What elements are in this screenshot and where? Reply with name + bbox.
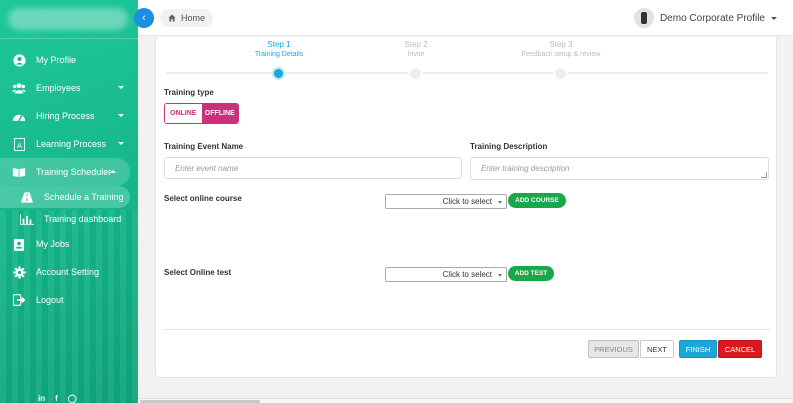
- test-select-value: Click to select: [442, 270, 492, 279]
- home-icon: [168, 14, 176, 22]
- instagram-icon[interactable]: ◯: [68, 394, 77, 403]
- offline-option[interactable]: OFFLINE: [201, 104, 238, 123]
- course-select-value: Click to select: [442, 197, 492, 206]
- step-title: Step 1: [267, 40, 291, 49]
- facebook-icon[interactable]: f: [55, 394, 58, 403]
- linkedin-icon[interactable]: in: [38, 394, 45, 403]
- logout-icon: [12, 293, 26, 307]
- course-label: Select online course: [164, 194, 242, 203]
- sidebar-item-label: My Jobs: [36, 239, 70, 249]
- sidebar-item-label: Learning Process: [36, 139, 107, 149]
- sidebar-item-logout[interactable]: Logout: [0, 286, 138, 314]
- description-placeholder: Enter training description: [481, 164, 570, 173]
- step-title: Step 2: [404, 40, 428, 49]
- step-subtitle: Training Details: [254, 51, 304, 58]
- avatar: [633, 8, 654, 28]
- chevron-down-icon: [118, 142, 124, 145]
- sidebar-item-label: Logout: [36, 295, 64, 305]
- step-subtitle: Feedback setup & review: [521, 51, 601, 58]
- footer-divider: [164, 329, 770, 330]
- cancel-button[interactable]: CANCEL: [718, 340, 762, 358]
- sidebar-item-learning-process[interactable]: A Learning Process: [0, 130, 138, 158]
- profile-menu[interactable]: Demo Corporate Profile: [633, 8, 777, 28]
- road-icon: [20, 190, 34, 204]
- training-form-card: Step 1 Training Details Step 2 Invite St…: [155, 37, 777, 378]
- book-a-icon: A: [12, 137, 26, 151]
- sidebar-item-label: Account Setting: [36, 267, 100, 277]
- sidebar-item-my-jobs[interactable]: My Jobs: [0, 230, 138, 258]
- users-icon: [12, 81, 26, 95]
- sidebar-item-hiring-process[interactable]: Hiring Process: [0, 102, 138, 130]
- sidebar-item-label: Training Scheduler: [36, 167, 112, 177]
- course-select[interactable]: Click to select: [385, 194, 507, 209]
- chevron-down-icon: [771, 16, 777, 20]
- top-bar: ‹ Home Demo Corporate Profile: [134, 0, 793, 36]
- finish-button[interactable]: FINISH: [679, 340, 717, 358]
- sidebar-item-label: Training dashboard: [44, 214, 122, 224]
- event-name-input[interactable]: Enter event name: [164, 157, 462, 179]
- sidebar-nav: My Profile Employees Hiring Process A Le…: [0, 46, 138, 314]
- previous-button[interactable]: PREVIOUS: [588, 340, 639, 358]
- step-1[interactable]: Step 1 Training Details: [219, 40, 339, 80]
- sidebar-item-label: Schedule a Training: [44, 192, 124, 202]
- gear-icon: [12, 265, 26, 279]
- step-3[interactable]: Step 3 Feedback setup & review: [501, 40, 621, 81]
- chevron-left-icon: ‹: [142, 12, 146, 24]
- id-badge-icon: [12, 237, 26, 251]
- stepper: Step 1 Training Details Step 2 Invite St…: [166, 37, 768, 81]
- sidebar-subitem-training-dashboard[interactable]: Training dashboard: [0, 208, 138, 230]
- sidebar-item-label: Hiring Process: [36, 111, 95, 121]
- stepper-line: [166, 72, 768, 74]
- social-links: in f ◯: [38, 394, 77, 403]
- training-type-label: Training type: [164, 88, 214, 97]
- step-2[interactable]: Step 2 Invite: [356, 40, 476, 81]
- sidebar-item-training-scheduler[interactable]: Training Scheduler: [0, 158, 130, 186]
- open-book-icon: [12, 165, 26, 179]
- bar-chart-icon: [20, 212, 34, 226]
- step-dot: [408, 66, 423, 81]
- horizontal-scrollbar[interactable]: [138, 398, 793, 403]
- event-name-label: Training Event Name: [164, 142, 244, 151]
- breadcrumb[interactable]: Home: [160, 9, 214, 27]
- description-textarea[interactable]: Enter training description: [470, 157, 769, 180]
- sidebar: My Profile Employees Hiring Process A Le…: [0, 0, 138, 403]
- training-type-toggle: ONLINE OFFLINE: [164, 103, 239, 124]
- step-subtitle: Invite: [407, 51, 425, 58]
- brand-logo[interactable]: [8, 8, 128, 30]
- add-test-button[interactable]: ADD TEST: [508, 266, 554, 281]
- chevron-up-icon: [110, 170, 116, 173]
- sidebar-divider: [0, 38, 138, 39]
- event-name-placeholder: Enter event name: [175, 163, 239, 173]
- sidebar-item-account-setting[interactable]: Account Setting: [0, 258, 138, 286]
- sidebar-item-my-profile[interactable]: My Profile: [0, 46, 138, 74]
- chevron-down-icon: [118, 86, 124, 89]
- breadcrumb-home[interactable]: Home: [181, 13, 205, 23]
- sidebar-item-employees[interactable]: Employees: [0, 74, 138, 102]
- sidebar-item-label: Employees: [36, 83, 81, 93]
- step-title: Step 3: [549, 40, 573, 49]
- user-icon: [12, 53, 26, 67]
- chevron-down-icon: [118, 114, 124, 117]
- sidebar-item-label: My Profile: [36, 55, 77, 65]
- gauge-icon: [12, 109, 26, 123]
- description-label: Training Description: [470, 142, 548, 151]
- sidebar-subitem-schedule-training[interactable]: Schedule a Training: [0, 186, 130, 208]
- step-dot: [553, 66, 568, 81]
- svg-text:A: A: [16, 141, 21, 150]
- test-select[interactable]: Click to select: [385, 267, 507, 282]
- next-button[interactable]: NEXT: [640, 340, 674, 358]
- test-label: Select Online test: [164, 268, 232, 277]
- add-course-button[interactable]: ADD COURSE: [508, 193, 566, 208]
- online-option[interactable]: ONLINE: [165, 104, 202, 123]
- sidebar-collapse-button[interactable]: ‹: [134, 8, 154, 28]
- step-dot: [272, 67, 285, 80]
- profile-name: Demo Corporate Profile: [659, 12, 765, 24]
